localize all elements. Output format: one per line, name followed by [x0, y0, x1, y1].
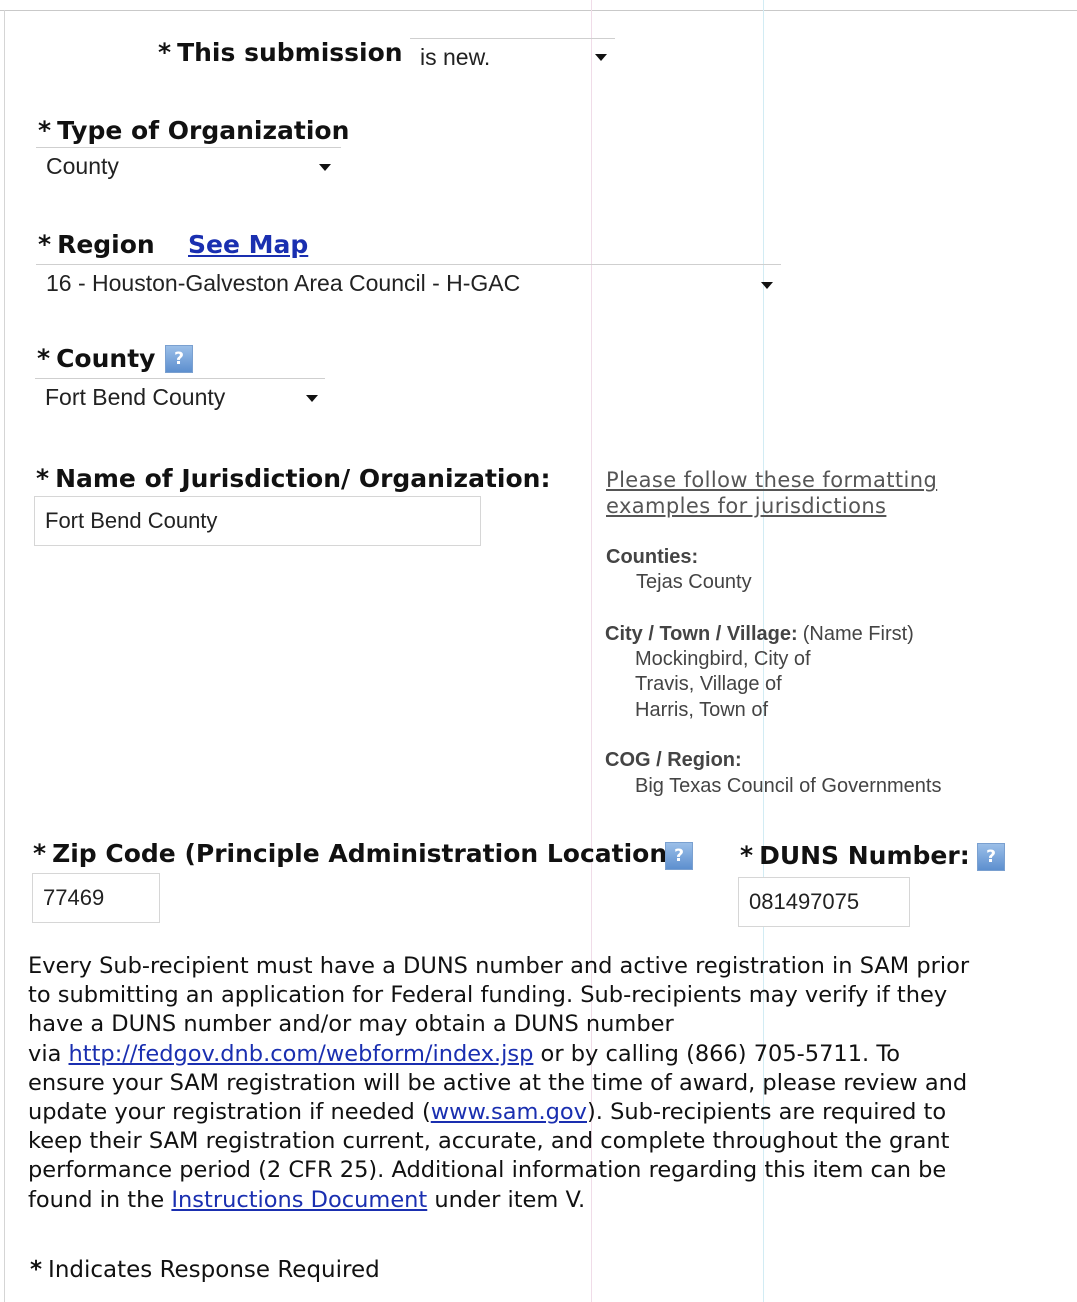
region-label-text: Region [57, 230, 155, 259]
county-help-icon[interactable]: ? [165, 345, 193, 373]
region-select-value: 16 - Houston-Galveston Area Council - H-… [46, 270, 521, 296]
required-asterisk: * [740, 841, 754, 870]
notice-text: update your registration if needed ( [28, 1099, 431, 1126]
chevron-down-icon [319, 164, 331, 171]
org-type-select-value: County [46, 153, 119, 179]
zip-input[interactable]: 77469 [32, 873, 160, 923]
select-top-border [36, 264, 781, 265]
county-select[interactable]: Fort Bend County [35, 378, 325, 418]
required-asterisk: * [38, 230, 52, 259]
duns-notice-paragraph: Every Sub-recipient must have a DUNS num… [28, 952, 1053, 1215]
notice-text: found in the [28, 1186, 172, 1213]
required-asterisk: * [158, 38, 172, 67]
submission-select[interactable]: is new. [410, 38, 615, 78]
page-top-border [0, 10, 1077, 11]
county-label: * County [37, 344, 155, 373]
notice-text: ). Sub-recipients are required to [587, 1099, 947, 1126]
select-top-border [36, 147, 341, 148]
county-select-value: Fort Bend County [45, 384, 226, 410]
formatting-examples-link[interactable]: Please follow these formatting examples … [606, 467, 937, 519]
required-asterisk: * [37, 344, 51, 373]
chevron-down-icon [595, 54, 607, 61]
submission-select-value: is new. [420, 44, 491, 70]
city-example: Mockingbird, City of [635, 648, 811, 670]
notice-line: Every Sub-recipient must have a DUNS num… [28, 953, 970, 979]
select-top-border [410, 38, 615, 39]
submission-label-text: This submission [177, 38, 403, 67]
see-map-link[interactable]: See Map [188, 230, 308, 259]
notice-line: performance period (2 CFR 25). Additiona… [28, 1157, 947, 1184]
org-type-label-text: Type of Organization [57, 116, 350, 145]
city-note: (Name First) [802, 623, 914, 645]
jurisdiction-label: * Name of Jurisdiction/ Organization: [36, 464, 550, 493]
notice-line: to submitting an application for Federal… [28, 982, 948, 1009]
formatting-link-line2: examples for jurisdictions [606, 494, 887, 518]
county-label-text: County [56, 344, 156, 373]
zip-label-text: Zip Code (Principle Administration Locat… [52, 839, 679, 868]
sam-gov-link[interactable]: www.sam.gov [431, 1099, 587, 1125]
counties-heading: Counties: [606, 546, 699, 568]
formatting-link-line1: Please follow these formatting [606, 468, 938, 492]
notice-line: found in the Instructions Document under… [28, 1186, 1053, 1215]
required-asterisk: * [36, 464, 50, 493]
notice-line: keep their SAM registration current, acc… [28, 1128, 950, 1155]
required-asterisk: * [33, 839, 47, 868]
required-asterisk: * [30, 1257, 43, 1283]
dnb-webform-link[interactable]: http://fedgov.dnb.com/webform/index.jsp [69, 1041, 534, 1067]
required-asterisk: * [38, 116, 52, 145]
duns-label-text: DUNS Number: [759, 841, 970, 870]
required-note: * Indicates Response Required [30, 1257, 380, 1283]
jurisdiction-input[interactable]: Fort Bend County [34, 496, 481, 546]
town-example: Harris, Town of [635, 699, 769, 721]
notice-line: ensure your SAM registration will be act… [28, 1069, 968, 1096]
cog-heading: COG / Region: [605, 749, 742, 771]
zip-label: * Zip Code (Principle Administration Loca… [33, 839, 679, 868]
org-type-select[interactable]: County [36, 147, 341, 185]
zip-help-icon[interactable]: ? [665, 842, 693, 870]
chevron-down-icon [306, 395, 318, 402]
region-label: * Region [38, 230, 155, 259]
duns-label: * DUNS Number: [740, 841, 970, 870]
region-select[interactable]: 16 - Houston-Galveston Area Council - H-… [36, 264, 781, 304]
notice-text: under item V. [427, 1186, 586, 1213]
notice-text: via [28, 1040, 69, 1067]
village-example: Travis, Village of [635, 673, 782, 695]
notice-text: or by calling (866) 705-5711. To [533, 1040, 901, 1067]
cog-example: Big Texas Council of Governments [635, 775, 942, 797]
city-heading: City / Town / Village: [605, 623, 798, 645]
duns-input[interactable]: 081497075 [738, 877, 910, 927]
duns-help-icon[interactable]: ? [977, 843, 1005, 871]
select-top-border [35, 378, 325, 379]
jurisdiction-label-text: Name of Jurisdiction/ Organization: [55, 464, 551, 493]
city-heading-row: City / Town / Village: (Name First) [605, 623, 914, 646]
notice-line: update your registration if needed (www.… [28, 1098, 1053, 1127]
org-type-label: * Type of Organization [38, 116, 349, 145]
required-note-text: Indicates Response Required [48, 1257, 380, 1283]
notice-line: via http://fedgov.dnb.com/webform/index.… [28, 1040, 1053, 1069]
submission-label: * This submission [158, 38, 403, 67]
page-left-border [4, 10, 5, 1302]
notice-line: have a DUNS number and/or may obtain a D… [28, 1011, 674, 1038]
chevron-down-icon [761, 282, 773, 289]
instructions-document-link[interactable]: Instructions Document [171, 1187, 427, 1213]
counties-example: Tejas County [636, 571, 752, 593]
